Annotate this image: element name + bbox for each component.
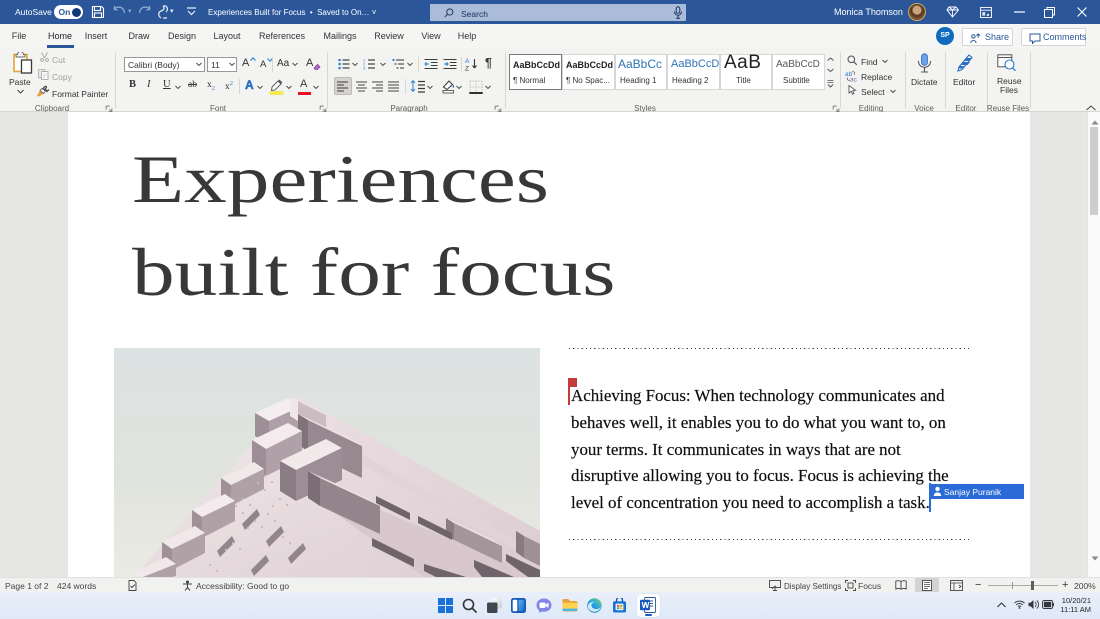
- svg-text:A: A: [465, 58, 470, 65]
- svg-text:Z: Z: [465, 66, 469, 72]
- svg-text:3: 3: [363, 66, 366, 70]
- svg-text:ac: ac: [850, 77, 858, 83]
